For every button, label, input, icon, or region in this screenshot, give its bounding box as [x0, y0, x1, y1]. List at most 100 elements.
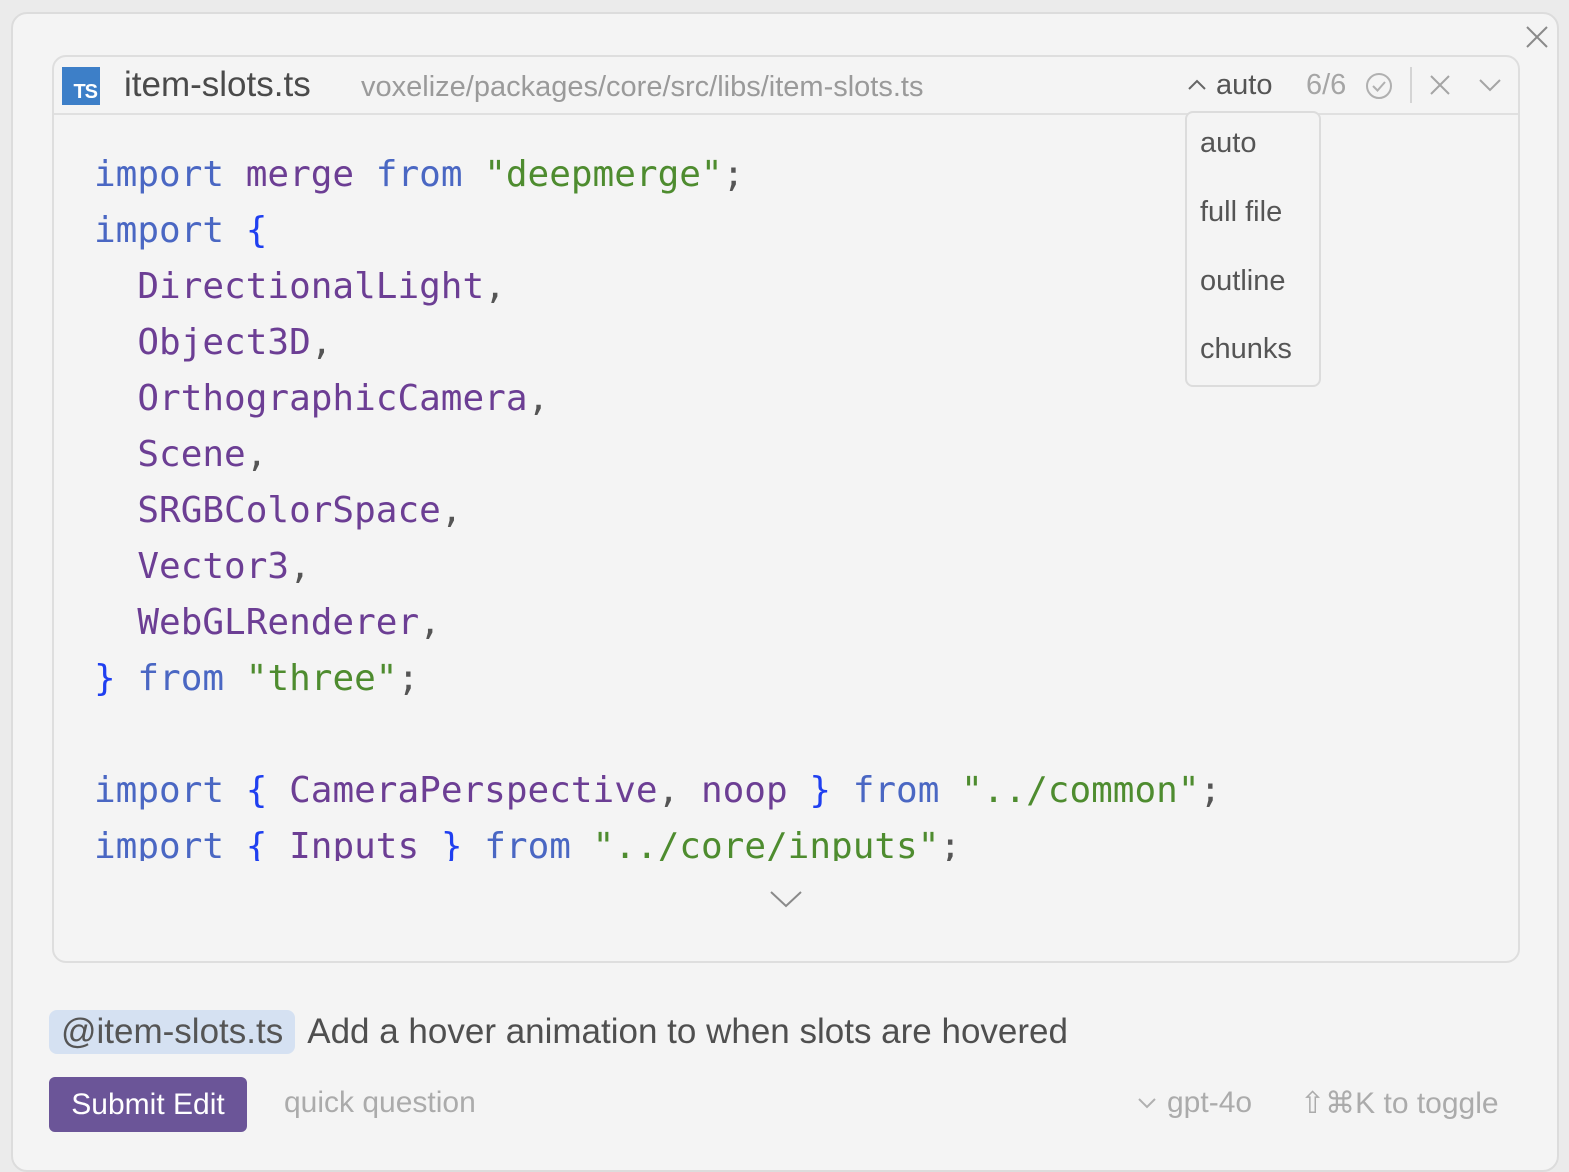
- code-punctuation: ;: [939, 826, 962, 861]
- code-punctuation: [267, 770, 289, 811]
- dropdown-option-chunks[interactable]: chunks: [1200, 333, 1292, 366]
- chevron-down-icon[interactable]: [1476, 71, 1504, 99]
- code-punctuation: ,: [310, 322, 333, 363]
- code-punctuation: ,: [657, 770, 701, 811]
- dropdown-option-outline[interactable]: outline: [1200, 265, 1285, 298]
- context-mode-dropdown: auto full file outline chunks: [1185, 111, 1321, 387]
- code-identifier: Object3D: [137, 322, 311, 363]
- code-brace: {: [245, 770, 268, 811]
- code-line: Vector3,: [94, 539, 1494, 595]
- code-keyword: import: [94, 154, 225, 195]
- code-punctuation: [94, 490, 137, 531]
- code-identifier: SRGBColorSpace: [137, 490, 441, 531]
- code-punctuation: [94, 322, 137, 363]
- code-punctuation: ,: [527, 378, 550, 419]
- code-identifier: Scene: [137, 434, 246, 475]
- check-circle-icon: [1366, 73, 1392, 99]
- typescript-file-icon: TS: [62, 67, 100, 105]
- code-string: "deepmerge": [484, 154, 723, 195]
- file-name: item-slots.ts: [124, 65, 311, 104]
- chevron-up-icon: [1188, 79, 1206, 90]
- prompt-text: Add a hover animation to when slots are …: [307, 1012, 1068, 1051]
- chevron-down-icon[interactable]: [768, 887, 804, 911]
- code-punctuation: [831, 770, 853, 811]
- code-string: "../core/inputs": [592, 826, 940, 861]
- code-punctuation: ;: [722, 154, 745, 195]
- code-punctuation: ,: [440, 490, 463, 531]
- code-punctuation: [224, 770, 246, 811]
- model-name: gpt-4o: [1167, 1086, 1253, 1119]
- code-punctuation: [224, 154, 246, 195]
- code-punctuation: [571, 826, 593, 861]
- code-punctuation: [94, 434, 137, 475]
- submit-edit-button[interactable]: Submit Edit: [49, 1077, 247, 1132]
- context-mode-toggle[interactable]: auto: [1186, 65, 1272, 105]
- code-punctuation: [463, 826, 485, 861]
- prompt-input[interactable]: @item-slots.ts Add a hover animation to …: [49, 1008, 1068, 1056]
- chevron-down-icon: [1138, 1098, 1156, 1109]
- code-punctuation: [939, 770, 961, 811]
- code-keyword: from: [852, 770, 940, 811]
- code-keyword: from: [484, 826, 571, 861]
- close-icon[interactable]: [1522, 22, 1552, 52]
- code-keyword: from: [375, 154, 463, 195]
- file-context-card: TS item-slots.ts voxelize/packages/core/…: [52, 55, 1520, 963]
- code-line: SRGBColorSpace,: [94, 483, 1494, 539]
- quick-question-button[interactable]: quick question: [284, 1086, 476, 1120]
- code-punctuation: [267, 826, 289, 861]
- code-keyword: import: [94, 826, 225, 861]
- code-punctuation: [224, 826, 246, 861]
- file-mention-chip[interactable]: @item-slots.ts: [49, 1010, 296, 1054]
- file-header: TS item-slots.ts voxelize/packages/core/…: [54, 57, 1518, 115]
- code-identifier: merge: [245, 154, 355, 195]
- code-punctuation: [94, 266, 137, 307]
- code-punctuation: [116, 658, 138, 699]
- header-divider: [1410, 67, 1412, 103]
- code-line: import { CameraPerspective, noop } from …: [94, 763, 1494, 819]
- code-punctuation: [788, 770, 810, 811]
- code-punctuation: [419, 826, 441, 861]
- code-punctuation: [94, 546, 137, 587]
- code-line: Scene,: [94, 427, 1494, 483]
- close-icon[interactable]: [1426, 71, 1454, 99]
- code-punctuation: [463, 154, 485, 195]
- code-brace: {: [245, 210, 268, 251]
- code-identifier: Inputs: [289, 826, 420, 861]
- code-punctuation: ,: [484, 266, 506, 307]
- model-selector[interactable]: gpt-4o: [1137, 1086, 1252, 1120]
- code-punctuation: ,: [289, 546, 311, 587]
- code-brace: }: [440, 826, 463, 861]
- code-brace: }: [809, 770, 832, 811]
- code-identifier: DirectionalLight: [137, 266, 485, 307]
- code-punctuation: [94, 602, 137, 643]
- context-mode-value: auto: [1216, 68, 1273, 101]
- code-punctuation: [224, 210, 246, 251]
- code-punctuation: ;: [1199, 770, 1222, 811]
- code-keyword: import: [94, 210, 225, 251]
- code-line: } from "three";: [94, 651, 1494, 707]
- dropdown-option-full-file[interactable]: full file: [1200, 196, 1282, 229]
- code-punctuation: ,: [419, 602, 441, 643]
- chunk-counter: 6/6: [1306, 69, 1347, 101]
- dropdown-option-auto[interactable]: auto: [1200, 127, 1256, 160]
- code-identifier: OrthographicCamera: [137, 378, 528, 419]
- code-line: import { Inputs } from "../core/inputs";: [94, 819, 1494, 861]
- file-path: voxelize/packages/core/src/libs/item-slo…: [361, 71, 924, 103]
- code-punctuation: ;: [397, 658, 420, 699]
- code-punctuation: [94, 378, 137, 419]
- code-punctuation: ,: [245, 434, 268, 475]
- code-punctuation: [354, 154, 376, 195]
- ts-icon-label: TS: [73, 81, 98, 103]
- code-identifier: WebGLRenderer: [137, 602, 420, 643]
- code-identifier: Vector3: [137, 546, 290, 587]
- code-identifier: noop: [700, 770, 788, 811]
- code-identifier: CameraPerspective: [289, 770, 658, 811]
- code-brace: {: [245, 826, 268, 861]
- code-keyword: import: [94, 770, 225, 811]
- code-keyword: from: [137, 658, 225, 699]
- code-string: "three": [245, 658, 398, 699]
- code-line: WebGLRenderer,: [94, 595, 1494, 651]
- code-brace: }: [94, 658, 116, 699]
- code-string: "../common": [961, 770, 1200, 811]
